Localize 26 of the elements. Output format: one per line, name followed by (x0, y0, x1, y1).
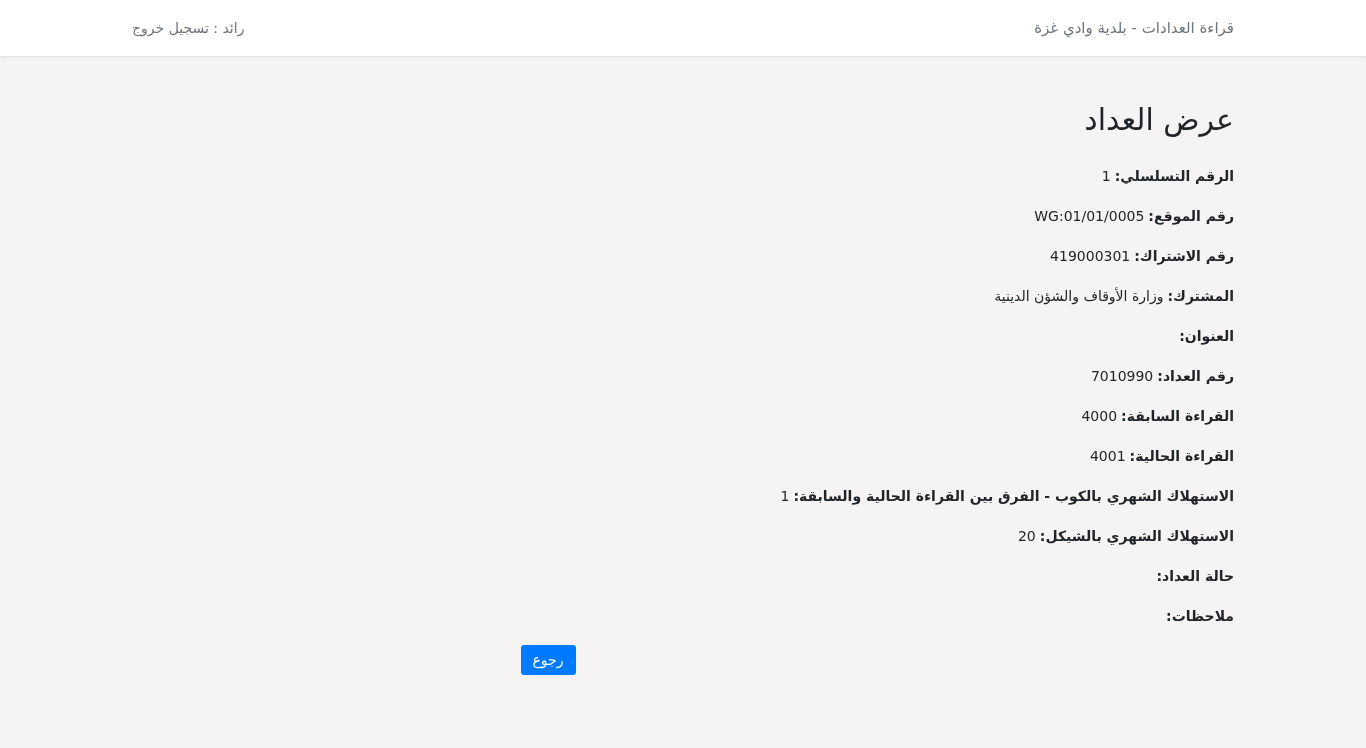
field-label: المشترك: (1167, 287, 1234, 307)
user-name: رائد : (212, 20, 245, 36)
field-value: 1 (780, 487, 790, 506)
field-value: 7010990 (1090, 367, 1154, 386)
field-value: وزارة الأوقاف والشؤن الدينية (994, 286, 1164, 307)
brand-link[interactable]: قراءة العدادات - بلدية وادي غزة (1034, 19, 1234, 37)
field-label: رقم العداد: (1157, 367, 1234, 386)
field-value: 20 (1017, 527, 1036, 546)
field-value: 4000 (1081, 407, 1118, 426)
field-value: WG:01/01/0005 (1034, 207, 1145, 226)
field-label: العنوان: (1179, 327, 1234, 347)
field-label: القراءة الحالية: (1129, 447, 1234, 467)
field-label: رقم الموقع: (1148, 207, 1234, 227)
field-label: القراءة السابقة: (1121, 407, 1234, 427)
field-label: ملاحظات: (1166, 607, 1234, 626)
field-label: الاستهلاك الشهري بالكوب - الفرق بين القراءة الحالية والسابقة: (793, 487, 1234, 507)
field-value: 419000301 (1050, 247, 1131, 266)
field-value: 1 (1101, 167, 1111, 186)
field-label: رقم الاشتراك: (1134, 247, 1234, 267)
page-title: عرض العداد (1083, 102, 1234, 137)
back-button[interactable]: رجوع (520, 645, 576, 675)
field-label: حالة العداد: (1156, 567, 1234, 586)
field-label: الرقم التسلسلي: (1114, 167, 1234, 187)
logout-link[interactable]: تسجيل خروج (132, 20, 209, 36)
field-value: 4001 (1089, 447, 1126, 466)
field-label: الاستهلاك الشهري بالشيكل: (1039, 527, 1234, 547)
